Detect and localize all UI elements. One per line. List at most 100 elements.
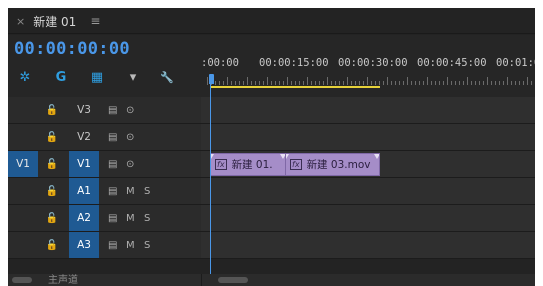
ruler-tick: [527, 77, 528, 85]
ruler-tick: [423, 81, 424, 85]
divider: [201, 274, 202, 286]
ruler-tick: [487, 77, 488, 85]
ruler-tick: [435, 81, 436, 85]
ruler-tick: [295, 81, 296, 85]
close-tab-icon[interactable]: ×: [16, 15, 25, 28]
track-target-toggle[interactable]: A2: [69, 205, 99, 231]
sequence-tab[interactable]: × 新建 01 ≡: [8, 8, 108, 34]
source-patch[interactable]: [8, 178, 38, 204]
linked-selection-icon[interactable]: G: [52, 67, 70, 87]
mute-button[interactable]: M: [126, 178, 135, 204]
ruler-tick: [327, 77, 328, 85]
insert-edit-icon[interactable]: ▦: [88, 67, 106, 87]
ruler-tick: [255, 81, 256, 85]
track-area[interactable]: [201, 97, 535, 123]
eye-icon[interactable]: ⊙: [126, 97, 134, 123]
clip-label: 新建 01.: [231, 159, 273, 171]
source-patch[interactable]: V1: [8, 151, 38, 177]
work-area-bar[interactable]: [211, 86, 380, 88]
lock-icon[interactable]: 🔓: [45, 178, 59, 204]
playhead-timecode[interactable]: 00:00:00:00: [14, 39, 130, 59]
track-area[interactable]: [201, 178, 535, 204]
snap-icon[interactable]: ✲: [16, 67, 34, 87]
solo-button[interactable]: S: [144, 232, 150, 258]
track-a3: 🔓 A3 ▤ M S: [8, 232, 535, 259]
mute-button[interactable]: M: [126, 205, 135, 231]
playhead-line[interactable]: [210, 83, 211, 286]
fx-badge: fx: [215, 159, 227, 170]
video-clip[interactable]: fx 新建 03.mov: [285, 153, 380, 176]
ruler-tick: [443, 81, 444, 85]
sync-lock-icon[interactable]: ▤: [108, 124, 117, 150]
ruler-tick: [375, 81, 376, 85]
ruler-tick: [419, 81, 420, 85]
track-area[interactable]: [201, 232, 535, 258]
ruler-tick: [379, 81, 380, 85]
ruler-tick: [499, 81, 500, 85]
track-area[interactable]: [201, 124, 535, 150]
track-target-toggle[interactable]: A3: [69, 232, 99, 258]
fx-badge: fx: [290, 159, 302, 170]
eye-icon[interactable]: ⊙: [126, 151, 134, 177]
track-v3: 🔓 V3 ▤ ⊙: [8, 97, 535, 124]
ruler-tick: [407, 77, 408, 85]
panel-menu-icon[interactable]: ≡: [90, 14, 100, 28]
ruler-tick: [279, 81, 280, 85]
track-area[interactable]: [201, 205, 535, 231]
clip-start-notch: [286, 154, 289, 159]
ruler-tick: [415, 81, 416, 85]
ruler-tick: [491, 81, 492, 85]
source-patch[interactable]: [8, 124, 38, 150]
source-patch[interactable]: [8, 97, 38, 123]
ruler-tick: [371, 81, 372, 85]
track-header: 🔓 V3 ▤ ⊙: [8, 97, 201, 123]
ruler-tick: [351, 81, 352, 85]
sync-lock-icon[interactable]: ▤: [108, 151, 117, 177]
ruler-tick: [511, 81, 512, 85]
source-patch[interactable]: [8, 232, 38, 258]
mute-button[interactable]: M: [126, 232, 135, 258]
track-target-toggle[interactable]: V2: [69, 124, 99, 150]
eye-icon[interactable]: ⊙: [126, 124, 134, 150]
sync-lock-icon[interactable]: ▤: [108, 97, 117, 123]
ruler-tick: [471, 81, 472, 85]
track-area[interactable]: fx 新建 01. fx 新建 03.mov: [201, 151, 535, 177]
lock-icon[interactable]: 🔓: [45, 97, 59, 123]
lock-icon[interactable]: 🔓: [45, 124, 59, 150]
lock-icon[interactable]: 🔓: [45, 232, 59, 258]
lock-icon[interactable]: 🔓: [45, 205, 59, 231]
ruler-tick: [231, 81, 232, 85]
track-target-toggle[interactable]: V3: [69, 97, 99, 123]
track-header: V1 🔓 V1 ▤ ⊙: [8, 151, 201, 177]
ruler-tick: [519, 81, 520, 85]
sync-lock-icon[interactable]: ▤: [108, 178, 117, 204]
video-clip[interactable]: fx 新建 01.: [210, 153, 286, 176]
ruler-tick: [483, 81, 484, 85]
timeline-scroll-thumb[interactable]: [218, 277, 248, 283]
solo-button[interactable]: S: [144, 178, 150, 204]
ruler-tick: [431, 81, 432, 85]
ruler-tick: [515, 81, 516, 85]
ruler-label: 00:00:15:00: [259, 57, 329, 69]
track-header: 🔓 A3 ▤ M S: [8, 232, 201, 258]
clip-end-notch: [374, 154, 379, 159]
ruler-tick: [259, 81, 260, 85]
time-ruler[interactable]: :00:00 00:00:15:00 00:00:30:00 00:00:45:…: [201, 35, 535, 97]
timeline-header: 00:00:00:00 ✲ G ▦ ▾ 🔧: [8, 35, 201, 97]
header-scroll-thumb[interactable]: [12, 277, 32, 283]
ruler-tick: [319, 81, 320, 85]
ruler-tick: [391, 81, 392, 85]
track-target-toggle[interactable]: A1: [69, 178, 99, 204]
solo-button[interactable]: S: [144, 205, 150, 231]
track-v1: V1 🔓 V1 ▤ ⊙ fx 新建 01. fx 新建 03.mov: [8, 151, 535, 178]
lock-icon[interactable]: 🔓: [45, 151, 59, 177]
sync-lock-icon[interactable]: ▤: [108, 232, 117, 258]
ruler-tick: [455, 81, 456, 85]
add-marker-icon[interactable]: ▾: [124, 67, 142, 87]
track-target-toggle[interactable]: V1: [69, 151, 99, 177]
wrench-icon[interactable]: 🔧: [158, 67, 176, 87]
sync-lock-icon[interactable]: ▤: [108, 205, 117, 231]
track-header: 🔓 A1 ▤ M S: [8, 178, 201, 204]
source-patch[interactable]: [8, 205, 38, 231]
master-track-label: 主声道: [48, 275, 78, 286]
